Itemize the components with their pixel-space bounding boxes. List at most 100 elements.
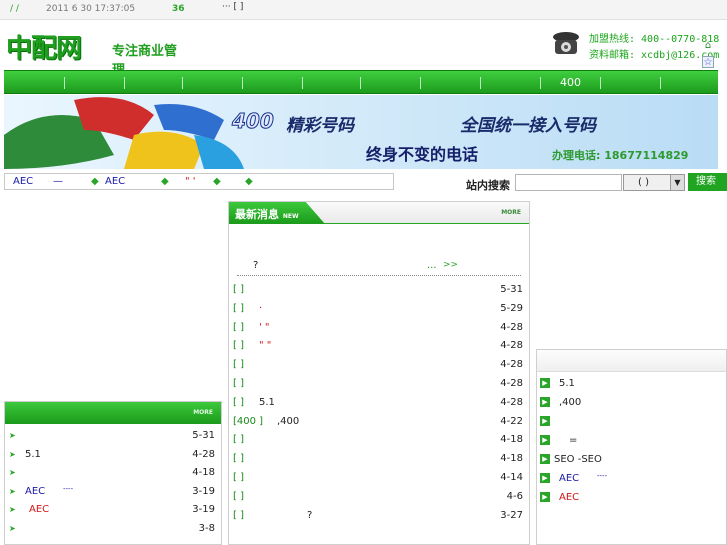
list-item[interactable]: ▶ = <box>537 433 726 451</box>
news-row[interactable]: [ ] 4-28 <box>229 376 529 394</box>
news-row[interactable]: [ ] 4-6 <box>229 489 529 507</box>
more-link[interactable]: MORE <box>193 409 213 416</box>
list-link[interactable]: AEC <box>559 473 579 484</box>
news-tag[interactable]: [ ] <box>233 453 244 464</box>
top-bar: / / 2011 6 30 17:37:05 36 ··· [ ] <box>0 0 727 20</box>
news-link[interactable]: ? <box>307 510 312 521</box>
headline-link[interactable]: ? <box>253 260 258 271</box>
news-row[interactable]: [ ] " " 4-28 <box>229 338 529 356</box>
bullet-arrow-icon: ▶ <box>540 435 550 445</box>
news-row[interactable]: [ ] 4-18 <box>229 432 529 450</box>
list-item[interactable]: ➤ AEC ---- 3-19 <box>5 484 221 502</box>
news-tag[interactable]: [ ] <box>233 397 244 408</box>
list-link[interactable]: ,400 <box>559 397 581 408</box>
ticker-item[interactable]: AEC <box>105 176 125 187</box>
news-row[interactable]: [ ] 5.1 4-28 <box>229 395 529 413</box>
search-category-select[interactable]: ( ) ▼ <box>623 174 685 191</box>
site-logo[interactable]: 中配网 专注商业管理 <box>6 28 186 78</box>
ticker-item[interactable]: AEC <box>13 176 33 187</box>
list-item[interactable]: ➤ 3-8 <box>5 521 221 539</box>
list-item[interactable]: ➤ 5.1 4-28 <box>5 447 221 465</box>
list-date: 3-19 <box>192 504 215 516</box>
bookmark-icon[interactable]: ☆ <box>702 56 714 68</box>
news-tag[interactable]: [ ] <box>233 510 244 521</box>
news-date: 4-18 <box>500 434 523 446</box>
list-date: 5-31 <box>192 430 215 441</box>
bullet-arrow-icon: ➤ <box>9 431 16 440</box>
list-item[interactable]: ▶ AEC <box>537 490 726 508</box>
hotline: 加盟热线: 400--0770-818 <box>589 34 720 45</box>
list-link-extra[interactable]: ---- <box>63 485 73 493</box>
left-list-panel: MORE ➤ 5-31 ➤ 5.1 4-28 ➤ 4-18 ➤ AEC ---- 3-19 ➤ AEC 3… <box>4 401 222 545</box>
news-row[interactable]: [ ] ' " 4-28 <box>229 320 529 338</box>
news-row[interactable]: [ ] 4-18 <box>229 451 529 469</box>
telephone-icon <box>550 28 582 58</box>
bullet-arrow-icon: ➤ <box>9 449 16 459</box>
headline-more-arrows[interactable]: >> <box>443 260 458 270</box>
list-link[interactable]: 5.1 <box>25 449 41 460</box>
news-link[interactable]: · <box>259 303 262 314</box>
news-tag[interactable]: [ ] <box>233 491 244 502</box>
news-tag[interactable]: [ ] <box>233 322 244 333</box>
news-date: 5-31 <box>500 284 523 295</box>
bullet-arrow-icon: ▶ <box>540 454 550 464</box>
news-row[interactable]: [400 ] ,400 4-22 <box>229 414 529 432</box>
list-item[interactable]: ➤ AEC 3-19 <box>5 502 221 520</box>
news-date: 4-22 <box>500 415 523 427</box>
news-row[interactable]: [ ] 4-14 <box>229 470 529 488</box>
search-input[interactable] <box>515 174 622 191</box>
list-item[interactable]: ➤ 5-31 <box>5 428 221 446</box>
home-icon[interactable]: ⌂ <box>702 40 714 52</box>
datetime: 2011 6 30 17:37:05 <box>46 4 136 14</box>
list-item[interactable]: ▶ 5.1 <box>537 376 726 394</box>
news-link[interactable]: ,400 <box>277 416 299 427</box>
online-count: 36 <box>172 4 185 14</box>
news-tag[interactable]: [400 ] <box>233 416 263 427</box>
list-link[interactable]: SEO -SEO <box>554 454 602 465</box>
news-link[interactable]: 5.1 <box>259 397 275 408</box>
ticker-dash: — <box>53 176 63 187</box>
news-tag[interactable]: [ ] <box>233 340 244 351</box>
contact-email[interactable]: 资料邮箱: xcdbj@126.com <box>589 46 719 61</box>
bullet-arrow-icon: ▶ <box>540 416 550 426</box>
news-link[interactable]: " " <box>259 340 271 351</box>
news-row[interactable]: [ ] 5-31 <box>229 282 529 300</box>
news-row[interactable]: [ ]? 3-27 <box>229 508 529 526</box>
top-slashes[interactable]: / / <box>10 4 19 14</box>
list-item[interactable]: ▶ ,400 <box>537 395 726 413</box>
ticker-quote[interactable]: " ' <box>185 176 196 187</box>
list-link-extra[interactable]: ---- <box>597 472 607 480</box>
diamond-icon: ◆ <box>161 176 169 187</box>
news-tag[interactable]: [ ] <box>233 434 244 445</box>
bullet-arrow-icon: ▶ <box>540 397 550 407</box>
news-tag[interactable]: [ ] <box>233 359 244 370</box>
chevron-down-icon[interactable]: ▼ <box>670 175 684 190</box>
news-link[interactable]: ' " <box>259 322 270 333</box>
banner[interactable]: 400 精彩号码 全国统一接入号码 终身不变的电话 办理电话: 18677114… <box>4 95 718 169</box>
nav-item-400[interactable]: 400 <box>560 76 581 89</box>
more-link[interactable]: MORE <box>501 209 521 216</box>
list-item[interactable]: ▶ SEO -SEO <box>537 452 726 470</box>
list-link[interactable]: 5.1 <box>559 378 575 389</box>
news-date: 3-27 <box>500 509 523 521</box>
bullet-arrow-icon: ▶ <box>540 492 550 502</box>
news-tag[interactable]: [ ] <box>233 472 244 483</box>
diamond-icon: ◆ <box>91 176 99 187</box>
top-bracket-link[interactable]: ··· [ ] <box>222 2 243 12</box>
list-item[interactable]: ▶ <box>537 414 726 432</box>
list-link[interactable]: AEC <box>25 486 45 497</box>
news-date: 4-28 <box>500 359 523 371</box>
news-tag[interactable]: [ ] <box>233 303 244 314</box>
news-tag[interactable]: [ ] <box>233 378 244 389</box>
news-tag[interactable]: [ ] <box>233 284 244 295</box>
news-row[interactable]: [ ] · 5-29 <box>229 301 529 319</box>
list-item[interactable]: ➤ 4-18 <box>5 465 221 483</box>
list-link[interactable]: = <box>569 435 577 446</box>
list-item[interactable]: ▶ AEC ---- <box>537 471 726 489</box>
search-button[interactable]: 搜索 <box>688 173 727 191</box>
bullet-arrow-icon: ➤ <box>9 524 16 533</box>
list-link[interactable]: AEC <box>29 504 49 515</box>
list-link[interactable]: AEC <box>559 492 579 503</box>
banner-line2: 终身不变的电话 <box>366 145 479 164</box>
news-row[interactable]: [ ] 4-28 <box>229 357 529 375</box>
